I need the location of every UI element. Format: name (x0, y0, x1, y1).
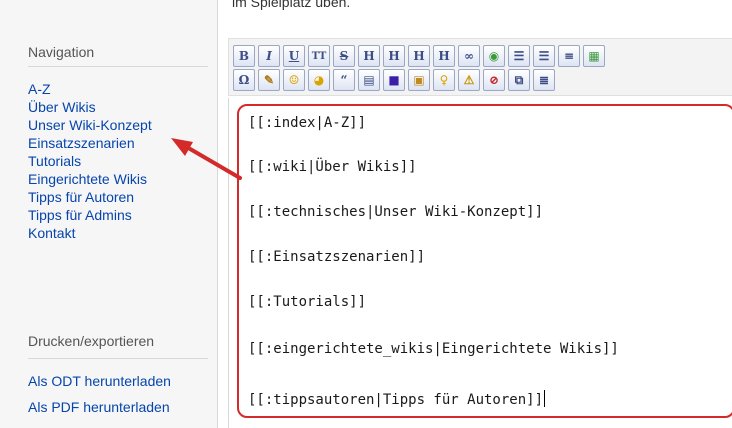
nav-item[interactable]: Unser Wiki-Konzept (28, 116, 152, 134)
editor-line: [[:technisches|Unser Wiki-Konzept]] (248, 204, 544, 220)
bold-icon[interactable]: B (233, 45, 255, 67)
strikethrough-icon[interactable]: S (333, 45, 355, 67)
internal-link-icon[interactable]: ∞ (458, 45, 480, 67)
navigation-divider (28, 66, 208, 67)
editor-line: [[:Tutorials]] (248, 294, 367, 310)
toolbar-row-2: Ω ✎ ☺ ◕ “ ▤ ■ ▣ ♀ ⚠ ⊘ ⧉ ≣ (233, 69, 555, 91)
ordered-list-icon[interactable]: ☰ (508, 45, 530, 67)
nav-item[interactable]: Tipps für Autoren (28, 188, 152, 206)
heading-higher-level-icon[interactable]: H (408, 45, 430, 67)
heading-lower-level-icon[interactable]: H (383, 45, 405, 67)
nav-item[interactable]: Kontakt (28, 224, 152, 242)
navigation-heading: Navigation (28, 44, 95, 60)
smiley-icon[interactable]: ☺ (283, 69, 305, 91)
nav-link-kontakt[interactable]: Kontakt (28, 225, 75, 241)
editor-line-text: [[:tippsautoren|Tipps für Autoren]] (248, 392, 544, 408)
nav-item[interactable]: A-Z (28, 80, 152, 98)
edit-icon[interactable]: ✎ (258, 69, 280, 91)
download-odt-link[interactable]: Als ODT herunterladen (28, 372, 171, 398)
nav-link-a-z[interactable]: A-Z (28, 81, 51, 97)
nav-item[interactable]: Über Wikis (28, 98, 152, 116)
note-icon[interactable]: ▣ (408, 69, 430, 91)
nav-link-eingerichtete-wikis[interactable]: Eingerichtete Wikis (28, 171, 147, 187)
align-icon[interactable]: ≣ (533, 69, 555, 91)
download-pdf-link[interactable]: Als PDF herunterladen (28, 398, 171, 424)
nav-link-einsatzszenarien[interactable]: Einsatzszenarien (28, 135, 135, 151)
intro-text: im Spielplatz üben. (232, 0, 351, 10)
monospace-icon[interactable]: TT (308, 45, 330, 67)
sidebar: Navigation A-Z Über Wikis Unser Wiki-Kon… (0, 0, 218, 428)
editor-line: [[:wiki|Über Wikis]] (248, 159, 417, 175)
nav-item[interactable]: Eingerichtete Wikis (28, 170, 152, 188)
nav-link-tipps-autoren[interactable]: Tipps für Autoren (28, 189, 134, 205)
nav-link-wiki-konzept[interactable]: Unser Wiki-Konzept (28, 117, 152, 133)
italic-icon[interactable]: I (258, 45, 280, 67)
warning-icon[interactable]: ⚠ (458, 69, 480, 91)
navigation-list: A-Z Über Wikis Unser Wiki-Konzept Einsat… (28, 80, 152, 242)
editor-line: [[:eingerichtete_wikis|Eingerichtete Wik… (248, 341, 619, 357)
nav-link-tutorials[interactable]: Tutorials (28, 153, 81, 169)
tip-icon[interactable]: ♀ (433, 69, 455, 91)
editor-line-last: [[:tippsautoren|Tipps für Autoren]] (248, 390, 546, 408)
text-caret (544, 390, 546, 407)
heading-menu-icon[interactable]: H (433, 45, 455, 67)
image-icon[interactable]: ▦ (583, 45, 605, 67)
stop-icon[interactable]: ⊘ (483, 69, 505, 91)
editor-line: [[:Einsatzszenarien]] (248, 249, 426, 265)
nav-item[interactable]: Einsatzszenarien (28, 134, 152, 152)
quote-icon[interactable]: “ (333, 69, 355, 91)
unordered-list-icon[interactable]: ☰ (533, 45, 555, 67)
print-export-heading: Drucken/exportieren (28, 333, 155, 349)
nav-link-ueber-wikis[interactable]: Über Wikis (28, 99, 96, 115)
nav-link-tipps-admins[interactable]: Tipps für Admins (28, 207, 132, 223)
red-arrow-icon (171, 138, 242, 180)
print-export-divider (28, 358, 208, 359)
nav-item[interactable]: Tutorials (28, 152, 152, 170)
color-box-icon[interactable]: ■ (383, 69, 405, 91)
table-icon[interactable]: ▤ (358, 69, 380, 91)
smiley-alt-icon[interactable]: ◕ (308, 69, 330, 91)
clapper-icon[interactable]: ⧉ (508, 69, 530, 91)
special-chars-icon[interactable]: Ω (233, 69, 255, 91)
heading-same-level-icon[interactable]: H (358, 45, 380, 67)
print-export-list: Als ODT herunterladen Als PDF herunterla… (28, 372, 171, 424)
underline-icon[interactable]: U (283, 45, 305, 67)
editor-toolbar: B I U TT S H H H H ∞ ◉ ☰ ☰ ≡ ▦ Ω ✎ ☺ ◕ “… (228, 38, 732, 96)
nav-item[interactable]: Tipps für Admins (28, 206, 152, 224)
external-link-icon[interactable]: ◉ (483, 45, 505, 67)
toolbar-row-1: B I U TT S H H H H ∞ ◉ ☰ ☰ ≡ ▦ (233, 45, 605, 67)
editor-line: [[:index|A-Z]] (248, 115, 367, 131)
horizontal-rule-icon[interactable]: ≡ (558, 45, 580, 67)
